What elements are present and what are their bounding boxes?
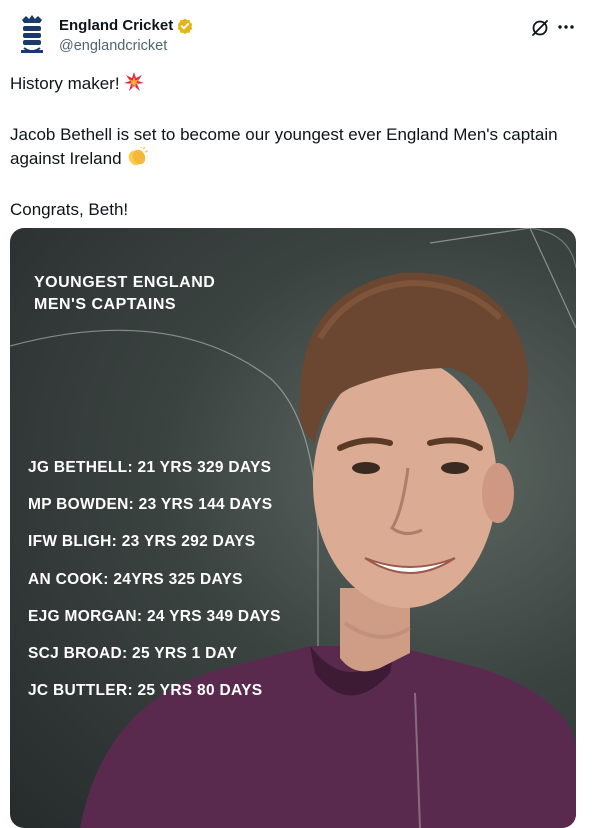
media-title-line-1: YOUNGEST ENGLAND: [34, 274, 216, 291]
post-paragraph-1-text: History maker!: [10, 74, 120, 93]
media-title-line-2: MEN'S CAPTAINS: [34, 296, 177, 313]
collision-emoji: [124, 72, 145, 99]
author-name[interactable]: England Cricket: [59, 17, 193, 34]
player-eye-left: [352, 462, 380, 474]
captain-row: IFW BLIGH: 23 YRS 292 DAYS: [28, 533, 256, 551]
verified-badge-icon[interactable]: [177, 18, 193, 34]
post-paragraph-2-text: Jacob Bethell is set to become our young…: [10, 125, 558, 168]
captain-row: SCJ BROAD: 25 YRS 1 DAY: [28, 644, 238, 662]
clapping-hands-emoji: [126, 145, 149, 174]
post-paragraph-1: History maker!: [10, 72, 580, 99]
media-title: YOUNGEST ENGLAND MEN'S CAPTAINS: [34, 272, 215, 316]
grok-icon[interactable]: [530, 18, 550, 38]
post-text: History maker! Jacob Bethell is set to b…: [10, 72, 580, 222]
player-ear: [482, 463, 514, 523]
captain-row: JC BUTTLER: 25 YRS 80 DAYS: [28, 682, 263, 700]
author-handle[interactable]: @englandcricket: [59, 38, 167, 54]
captain-row: JG BETHELL: 21 YRS 329 DAYS: [28, 459, 272, 476]
post-paragraph-2: Jacob Bethell is set to become our young…: [10, 123, 580, 174]
captain-row: AN COOK: 24YRS 325 DAYS: [28, 570, 243, 588]
more-options-icon[interactable]: [556, 17, 578, 37]
post-paragraph-3: Congrats, Beth!: [10, 200, 129, 219]
post-media-image[interactable]: YOUNGEST ENGLAND MEN'S CAPTAINS JG BETHE…: [10, 228, 576, 828]
england-cricket-logo-avatar[interactable]: [12, 14, 52, 58]
captains-list: JG BETHELL: 21 YRS 329 DAYS MP BOWDEN: 2…: [28, 458, 281, 718]
captain-row: MP BOWDEN: 23 YRS 144 DAYS: [28, 496, 273, 514]
author-name-label[interactable]: England Cricket: [59, 17, 173, 34]
post-header: England Cricket @englandcricket: [0, 0, 597, 66]
decorative-arc-right: [529, 228, 576, 269]
player-eye-right: [441, 462, 469, 474]
captain-row: EJG MORGAN: 24 YRS 349 DAYS: [28, 607, 281, 625]
